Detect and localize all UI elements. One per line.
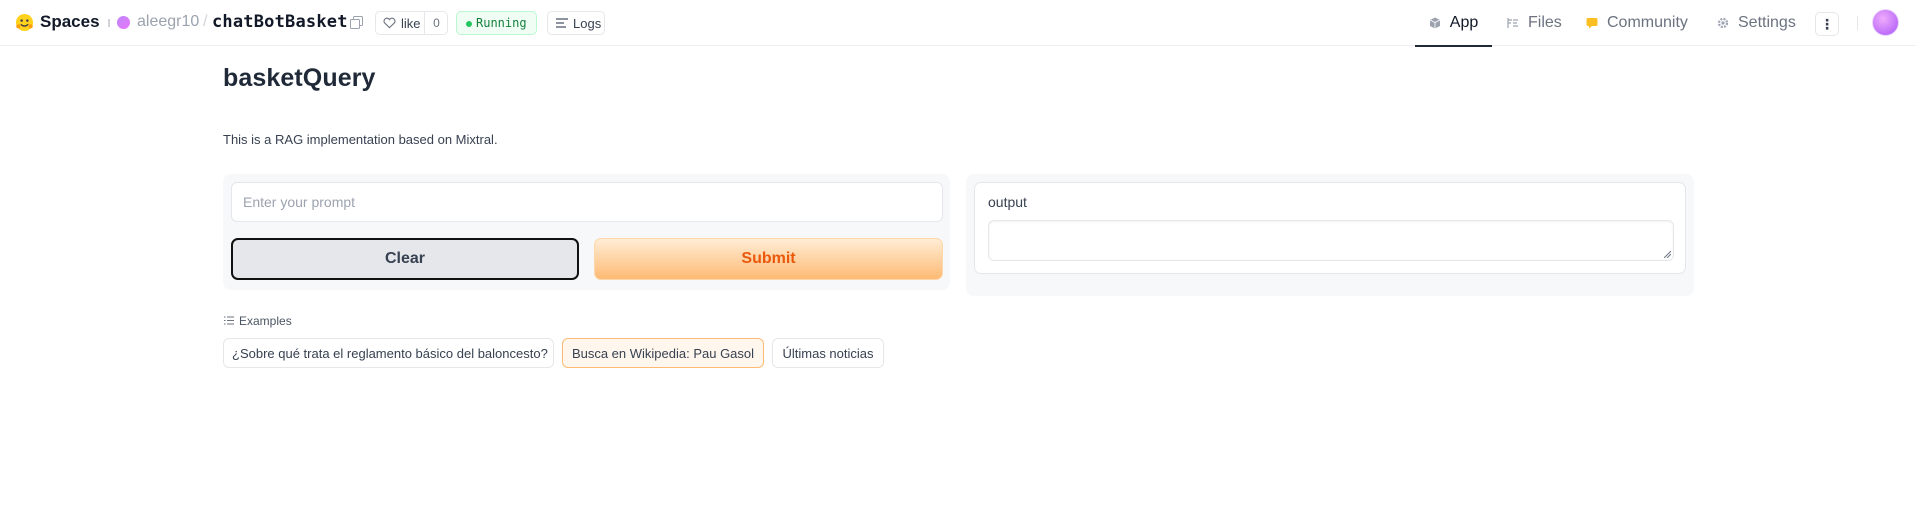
- tab-app[interactable]: App: [1415, 0, 1492, 47]
- spaces-link[interactable]: Spaces: [40, 12, 100, 32]
- prompt-input[interactable]: [231, 182, 943, 222]
- like-label: like: [401, 15, 421, 31]
- tab-files-label: Files: [1528, 14, 1562, 31]
- like-count[interactable]: 0: [424, 11, 448, 35]
- more-options-button[interactable]: ⋮: [1815, 12, 1839, 36]
- hugging-face-logo-icon[interactable]: [15, 13, 34, 32]
- resize-handle-icon[interactable]: [1664, 251, 1671, 258]
- tab-settings[interactable]: Settings: [1717, 0, 1796, 46]
- example-item[interactable]: ¿Sobre qué trata el reglamento básico de…: [223, 338, 554, 368]
- output-textarea[interactable]: [988, 220, 1674, 261]
- clear-button[interactable]: Clear: [231, 238, 579, 280]
- tab-app-label: App: [1449, 14, 1479, 31]
- gear-icon: [1717, 17, 1729, 29]
- repo-name-link[interactable]: chatBotBasket: [212, 12, 348, 32]
- output-label: output: [988, 194, 1027, 210]
- tab-files[interactable]: Files: [1507, 0, 1562, 46]
- path-separator: /: [203, 13, 208, 30]
- owner-link[interactable]: aleegr10: [137, 13, 199, 31]
- copy-icon[interactable]: [350, 16, 363, 29]
- owner-avatar[interactable]: [117, 16, 130, 29]
- community-icon: [1586, 18, 1598, 29]
- list-icon: [224, 316, 234, 325]
- top-navbar: Spaces aleegr10 / chatBotBasket like 0 R…: [0, 0, 1916, 47]
- example-item[interactable]: Últimas noticias: [772, 338, 884, 368]
- submit-button[interactable]: Submit: [594, 238, 943, 280]
- tab-community[interactable]: Community: [1586, 0, 1688, 46]
- examples-label: Examples: [239, 314, 292, 328]
- heart-icon: [383, 17, 396, 29]
- logs-icon: [556, 18, 568, 28]
- cube-icon: [1429, 17, 1440, 29]
- header-divider-right: [1857, 16, 1858, 30]
- like-button[interactable]: like 0: [375, 11, 448, 35]
- files-icon: [1507, 18, 1518, 28]
- logs-label: Logs: [573, 15, 602, 31]
- example-item[interactable]: Busca en Wikipedia: Pau Gasol: [562, 338, 764, 368]
- header-divider: [108, 19, 110, 27]
- app-title: basketQuery: [223, 64, 376, 92]
- user-avatar[interactable]: [1872, 9, 1899, 36]
- app-description: This is a RAG implementation based on Mi…: [223, 132, 498, 147]
- status-badge: Running: [456, 11, 537, 35]
- logs-button[interactable]: Logs: [547, 11, 605, 35]
- tab-settings-label: Settings: [1738, 14, 1796, 31]
- tab-community-label: Community: [1607, 14, 1688, 31]
